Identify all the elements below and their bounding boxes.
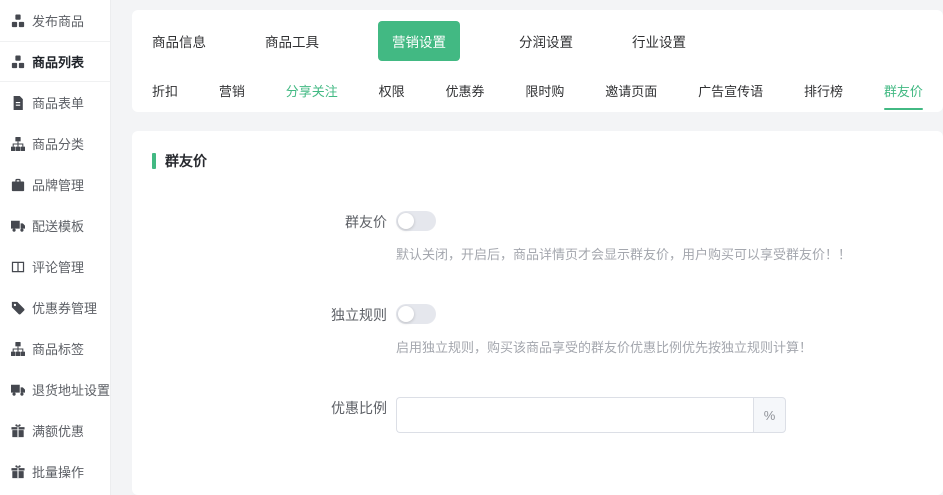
group-price-help: 默认关闭，开启后，商品详情页才会显示群友价，用户购买可以享受群友价！！	[396, 246, 923, 264]
sidebar-item-return-address-settings[interactable]: 退货地址设置	[0, 369, 110, 410]
sidebar-item-label: 退货地址设置	[32, 380, 110, 399]
section-title: 群友价	[165, 151, 207, 171]
secondary-tabs: 折扣 营销 分享关注 权限 优惠券 限时购 邀请页面 广告宣传语 排行榜 群友价	[152, 68, 923, 112]
tab-product-info[interactable]: 商品信息	[152, 31, 206, 51]
independent-rule-label: 独立规则	[152, 304, 387, 357]
app-root: 发布商品 商品列表 商品表单 商品分类 品牌管理	[0, 0, 943, 495]
form-row-discount-ratio: 优惠比例 %	[152, 397, 923, 433]
sidebar-item-batch-operations[interactable]: 批量操作	[0, 451, 110, 492]
independent-rule-toggle[interactable]	[396, 304, 436, 324]
subtab-share-follow[interactable]: 分享关注	[286, 81, 338, 100]
sitemap-icon	[11, 342, 25, 356]
sidebar-item-publish-product[interactable]: 发布商品	[0, 0, 110, 41]
tag-icon	[11, 301, 25, 315]
form-row-independent-rule: 独立规则 启用独立规则，购买该商品享受的群友价优惠比例优先按独立规则计算！	[152, 304, 923, 357]
subtab-permissions[interactable]: 权限	[379, 81, 405, 100]
sidebar-item-label: 商品表单	[32, 93, 84, 112]
sitemap-icon	[11, 137, 25, 151]
sidebar-item-delivery-template[interactable]: 配送模板	[0, 205, 110, 246]
main-content: 商品信息 商品工具 营销设置 分润设置 行业设置 折扣 营销 分享关注 权限 优…	[111, 0, 943, 495]
form-row-group-price: 群友价 默认关闭，开启后，商品详情页才会显示群友价，用户购买可以享受群友价！！	[152, 211, 923, 264]
sidebar-item-product-list[interactable]: 商品列表	[0, 41, 110, 82]
cubes-icon	[11, 14, 25, 28]
sidebar-item-product-form[interactable]: 商品表单	[0, 82, 110, 123]
sidebar-item-label: 商品标签	[32, 339, 84, 358]
briefcase-icon	[11, 178, 25, 192]
subtab-ad-slogan[interactable]: 广告宣传语	[698, 81, 763, 100]
sidebar-item-label: 评论管理	[32, 257, 84, 276]
subtab-flash-sale[interactable]: 限时购	[525, 81, 564, 100]
tab-profit-sharing-settings[interactable]: 分润设置	[519, 31, 573, 51]
toggle-knob	[398, 213, 414, 229]
sidebar: 发布商品 商品列表 商品表单 商品分类 品牌管理	[0, 0, 111, 495]
sidebar-item-brand-management[interactable]: 品牌管理	[0, 164, 110, 205]
columns-icon	[11, 260, 25, 274]
gift-icon	[11, 424, 25, 438]
subtab-ranking[interactable]: 排行榜	[804, 81, 843, 100]
tab-industry-settings[interactable]: 行业设置	[632, 31, 686, 51]
toggle-knob	[398, 306, 414, 322]
independent-rule-help: 启用独立规则，购买该商品享受的群友价优惠比例优先按独立规则计算！	[396, 339, 923, 357]
sidebar-item-coupon-management[interactable]: 优惠券管理	[0, 287, 110, 328]
discount-ratio-input-group: %	[396, 397, 786, 433]
group-price-form: 群友价 默认关闭，开启后，商品详情页才会显示群友价，用户购买可以享受群友价！！ …	[152, 211, 923, 433]
percent-addon: %	[753, 397, 786, 433]
discount-ratio-input[interactable]	[396, 397, 753, 433]
subtab-group-price[interactable]: 群友价	[884, 81, 923, 100]
tab-marketing-settings[interactable]: 营销设置	[378, 21, 460, 61]
subtab-discount[interactable]: 折扣	[152, 81, 178, 100]
file-icon	[11, 96, 25, 110]
subtab-marketing[interactable]: 营销	[219, 81, 245, 100]
sidebar-item-label: 商品分类	[32, 134, 84, 153]
sidebar-item-label: 商品列表	[32, 52, 84, 71]
subtab-coupons[interactable]: 优惠券	[446, 81, 485, 100]
truck-icon	[11, 219, 25, 233]
sidebar-item-full-amount-discount[interactable]: 满额优惠	[0, 410, 110, 451]
sidebar-item-label: 配送模板	[32, 216, 84, 235]
sidebar-item-product-category[interactable]: 商品分类	[0, 123, 110, 164]
sidebar-item-label: 满额优惠	[32, 421, 84, 440]
subtab-invite-page[interactable]: 邀请页面	[605, 81, 657, 100]
group-price-label: 群友价	[152, 211, 387, 264]
discount-ratio-label: 优惠比例	[152, 397, 387, 433]
cubes-icon	[11, 55, 25, 69]
sidebar-item-comment-management[interactable]: 评论管理	[0, 246, 110, 287]
tab-product-tools[interactable]: 商品工具	[265, 31, 319, 51]
sidebar-item-label: 品牌管理	[32, 175, 84, 194]
tabs-card: 商品信息 商品工具 营销设置 分润设置 行业设置 折扣 营销 分享关注 权限 优…	[132, 10, 943, 112]
truck-icon	[11, 383, 25, 397]
group-price-panel: 群友价 群友价 默认关闭，开启后，商品详情页才会显示群友价，用户购买可以享受群友…	[132, 131, 943, 495]
sidebar-item-label: 发布商品	[32, 11, 84, 30]
primary-tabs: 商品信息 商品工具 营销设置 分润设置 行业设置	[152, 10, 923, 68]
sidebar-item-label: 批量操作	[32, 462, 84, 481]
section-header: 群友价	[152, 151, 923, 171]
sidebar-item-label: 优惠券管理	[32, 298, 97, 317]
section-accent-bar	[152, 153, 156, 169]
sidebar-item-product-tags[interactable]: 商品标签	[0, 328, 110, 369]
group-price-toggle[interactable]	[396, 211, 436, 231]
gift-icon	[11, 465, 25, 479]
